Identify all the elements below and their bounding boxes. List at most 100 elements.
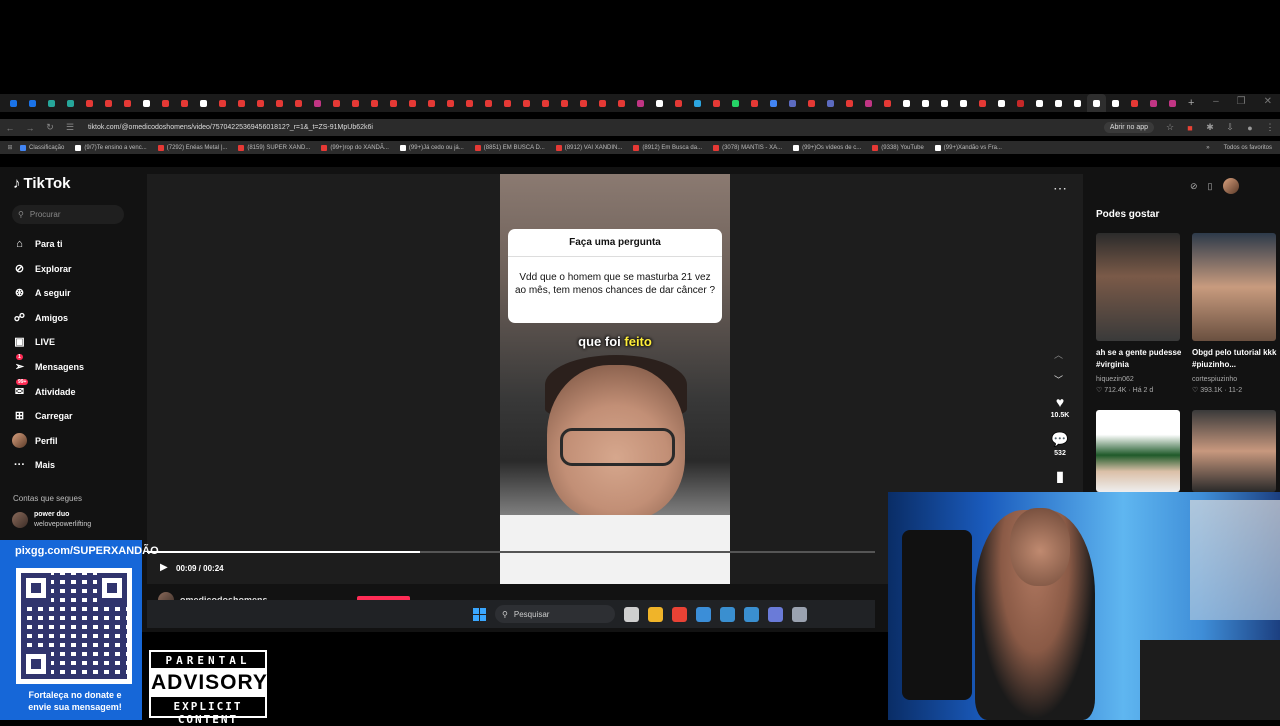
more-options-icon[interactable]: ⋯ xyxy=(1053,180,1067,197)
sidebar-item-explorar[interactable]: ⊘ Explorar xyxy=(12,261,72,276)
browser-tab[interactable] xyxy=(935,94,954,112)
browser-tab[interactable] xyxy=(289,94,308,112)
following-account-item[interactable]: power duo welovepowerlifting xyxy=(12,510,91,530)
browser-tab[interactable] xyxy=(137,94,156,112)
forward-icon[interactable]: → xyxy=(20,123,40,133)
browser-tab[interactable] xyxy=(707,94,726,112)
browser-tab[interactable] xyxy=(973,94,992,112)
play-icon[interactable]: ▶ xyxy=(160,562,168,573)
browser-tab[interactable] xyxy=(517,94,536,112)
suggestion-caption[interactable]: Obgd pelo tutorial kkk #piuzinho... xyxy=(1192,347,1280,371)
browser-tab[interactable] xyxy=(821,94,840,112)
bookmark-item[interactable]: (99+)Os vídeos de c... xyxy=(793,144,861,151)
download-icon[interactable]: ⇩ xyxy=(1220,122,1240,133)
browser-tab[interactable] xyxy=(745,94,764,112)
sidebar-item-mensagens[interactable]: ➢ 1 Mensagens xyxy=(12,354,84,374)
browser-tab[interactable] xyxy=(1125,94,1144,112)
taskbar-app-icon[interactable] xyxy=(696,606,711,622)
user-avatar[interactable] xyxy=(1222,178,1239,194)
browser-tab[interactable] xyxy=(441,94,460,112)
suggestion-author[interactable]: hiquezin062 xyxy=(1096,376,1134,383)
more-bookmarks-icon[interactable]: » xyxy=(1206,145,1209,151)
browser-tab[interactable] xyxy=(555,94,574,112)
browser-tab[interactable] xyxy=(80,94,99,112)
browser-tab[interactable] xyxy=(327,94,346,112)
browser-tab[interactable] xyxy=(42,94,61,112)
suggestion-thumbnail[interactable] xyxy=(1192,233,1276,341)
browser-tab[interactable] xyxy=(650,94,669,112)
taskbar-app-icon[interactable] xyxy=(744,606,759,622)
bookmark-item[interactable]: (99+)Já cedo ou já... xyxy=(399,144,464,151)
sidebar-item-amigos[interactable]: ☍ Amigos xyxy=(12,310,68,325)
comment-button[interactable]: 💬 532 xyxy=(1044,431,1076,457)
bookmark-item[interactable]: (8851) EM BUSCA D... xyxy=(474,144,545,151)
browser-tab[interactable] xyxy=(612,94,631,112)
like-button[interactable]: ♥ 10.5K xyxy=(1044,394,1076,419)
browser-tab[interactable] xyxy=(308,94,327,112)
browser-tab[interactable] xyxy=(688,94,707,112)
browser-tab[interactable] xyxy=(498,94,517,112)
open-in-app-button[interactable]: Abrir no app xyxy=(1103,122,1154,133)
browser-tab[interactable] xyxy=(878,94,897,112)
browser-menu-icon[interactable]: ⋮ xyxy=(1260,122,1280,133)
browser-tab[interactable] xyxy=(232,94,251,112)
device-icon[interactable]: ▯ xyxy=(1208,181,1213,192)
bookmark-item[interactable]: (99+)Xandão vs Fra... xyxy=(934,144,1002,151)
suggestion-thumbnail[interactable] xyxy=(1096,233,1180,341)
back-icon[interactable]: ← xyxy=(0,123,20,133)
browser-tab[interactable] xyxy=(1087,94,1106,112)
browser-tab[interactable] xyxy=(916,94,935,112)
browser-tab[interactable] xyxy=(840,94,859,112)
browser-tab[interactable] xyxy=(1068,94,1087,112)
browser-tab[interactable] xyxy=(669,94,688,112)
maximize-icon[interactable]: ❐ xyxy=(1237,96,1246,107)
extensions-icon[interactable]: ✱ xyxy=(1200,122,1220,133)
previous-video-icon[interactable]: ︿ xyxy=(1054,348,1063,361)
browser-tab[interactable] xyxy=(23,94,42,112)
browser-tab[interactable] xyxy=(1144,94,1163,112)
browser-tab[interactable] xyxy=(1163,94,1182,112)
site-info-icon[interactable]: ☰ xyxy=(60,122,80,133)
browser-tab[interactable] xyxy=(536,94,555,112)
browser-tab[interactable] xyxy=(213,94,232,112)
next-video-icon[interactable]: ﹀ xyxy=(1054,373,1063,386)
suggestion-caption[interactable]: ah se a gente pudesse #virginia xyxy=(1096,347,1184,371)
reload-icon[interactable]: ↻ xyxy=(40,122,60,133)
minimize-icon[interactable]: – xyxy=(1213,96,1219,107)
suggestion-author[interactable]: cortespiuzinho xyxy=(1192,376,1237,383)
apps-grid-icon[interactable]: ⊞ xyxy=(0,144,20,151)
sidebar-item-perfil[interactable]: ● Perfil xyxy=(12,433,58,448)
browser-tab[interactable] xyxy=(783,94,802,112)
taskbar-app-icon[interactable] xyxy=(672,606,687,622)
sidebar-item-a-seguir[interactable]: ⊛ A seguir xyxy=(12,285,71,300)
sidebar-item-live[interactable]: ▣ LIVE xyxy=(12,334,55,349)
browser-tab[interactable] xyxy=(1030,94,1049,112)
browser-tab[interactable] xyxy=(631,94,650,112)
browser-tab[interactable] xyxy=(802,94,821,112)
tiktok-logo[interactable]: ♪ TikTok xyxy=(13,175,70,192)
sidebar-item-atividade[interactable]: ✉ 99+ Atividade xyxy=(12,379,76,399)
bookmark-item[interactable]: (3078) MANTIS - XA... xyxy=(713,144,782,151)
new-tab-button[interactable]: + xyxy=(1188,97,1194,109)
browser-tab[interactable] xyxy=(954,94,973,112)
browser-tab[interactable] xyxy=(764,94,783,112)
suggestion-thumbnail[interactable] xyxy=(1096,410,1180,492)
taskbar-app-icon[interactable] xyxy=(768,606,783,622)
windows-start-icon[interactable] xyxy=(473,607,486,621)
browser-tab[interactable] xyxy=(251,94,270,112)
bookmark-item[interactable]: (7292) Enéas Metal |... xyxy=(157,144,227,151)
close-window-icon[interactable]: ✕ xyxy=(1264,96,1272,107)
browser-tab[interactable] xyxy=(422,94,441,112)
taskbar-app-icon[interactable] xyxy=(720,606,735,622)
url-field[interactable]: tiktok.com/@omedicodoshomens/video/75704… xyxy=(88,124,373,131)
browser-tab[interactable] xyxy=(118,94,137,112)
all-bookmarks-folder[interactable]: Todos os favoritos xyxy=(1224,145,1272,151)
bookmark-item[interactable]: (8912) Em Busca da... xyxy=(633,144,702,151)
browser-tab[interactable] xyxy=(270,94,289,112)
browser-tab[interactable] xyxy=(479,94,498,112)
browser-tab[interactable] xyxy=(61,94,80,112)
taskbar-app-icon[interactable] xyxy=(792,606,807,622)
suggestion-thumbnail[interactable] xyxy=(1192,410,1276,492)
bookmark-item[interactable]: (9/7)Te ensino a venc... xyxy=(75,144,147,151)
browser-tab[interactable] xyxy=(365,94,384,112)
